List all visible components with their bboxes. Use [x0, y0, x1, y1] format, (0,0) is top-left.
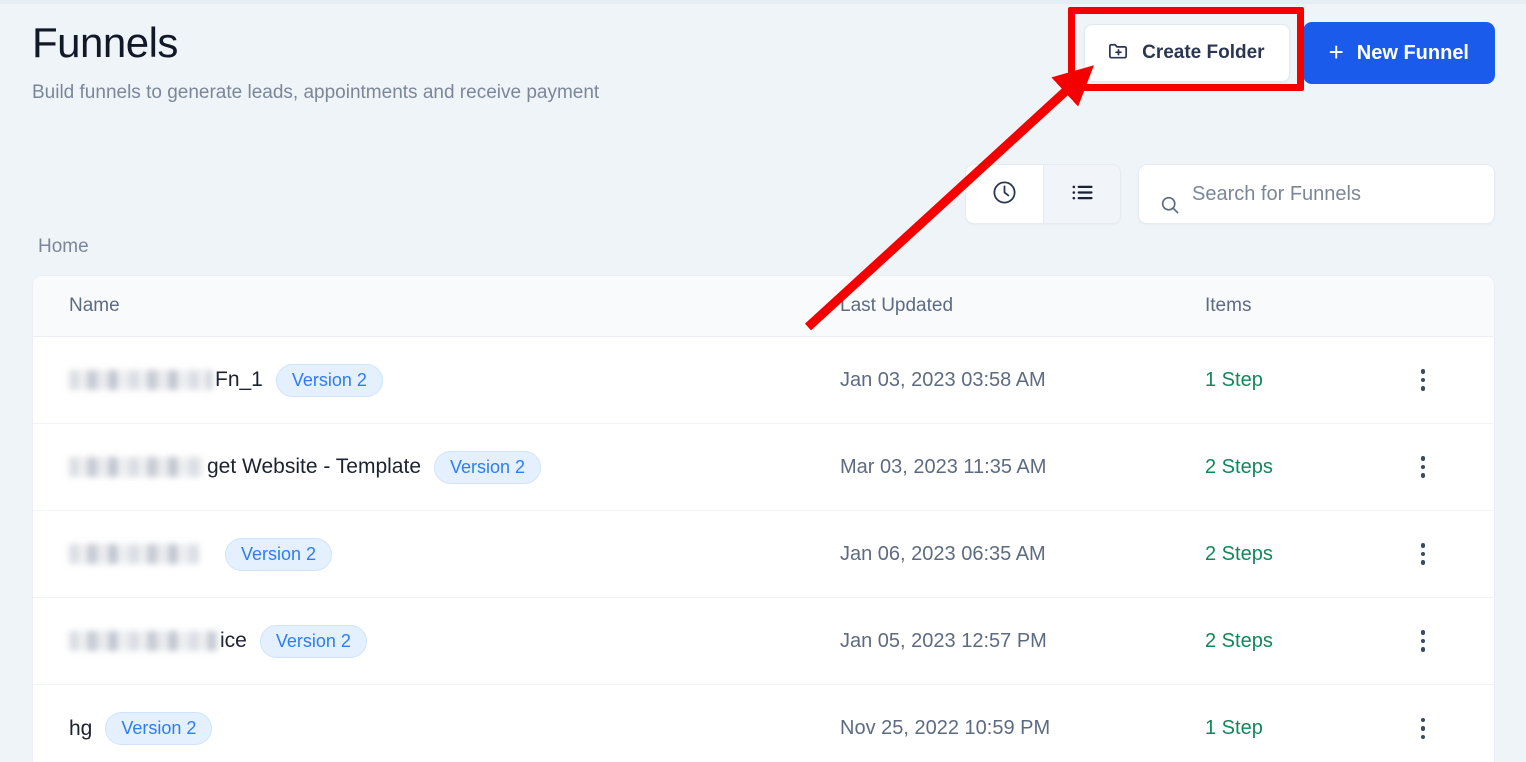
kebab-menu-icon: [1420, 543, 1426, 565]
table-row[interactable]: hg Version 2 Nov 25, 2022 10:59 PM 1 Ste…: [33, 685, 1494, 762]
list-icon: [1069, 179, 1096, 209]
version-badge[interactable]: Version 2: [275, 363, 383, 397]
header-actions: Create Folder + New Funnel: [1084, 22, 1495, 84]
view-toggle-group: [965, 164, 1121, 224]
items-count-value[interactable]: 2 Steps: [1205, 543, 1390, 566]
funnel-name-cell[interactable]: ice Version 2: [33, 624, 840, 658]
last-updated-value: Mar 03, 2023 11:35 AM: [840, 455, 1047, 478]
table-row[interactable]: Version 2 Jan 06, 2023 06:35 AM 2 Steps: [33, 511, 1494, 598]
breadcrumb-item-home[interactable]: Home: [38, 236, 89, 257]
funnel-name-label: Fn_1: [215, 368, 263, 391]
row-actions-button[interactable]: [1390, 543, 1456, 565]
funnel-name-cell[interactable]: hg Version 2: [33, 712, 840, 745]
page-subtitle: Build funnels to generate leads, appoint…: [32, 82, 600, 103]
items-count-value[interactable]: 1 Step: [1205, 717, 1390, 740]
redacted-name-blur: [69, 631, 217, 651]
column-header-name[interactable]: Name: [33, 295, 840, 317]
table-row[interactable]: ice Version 2 Jan 05, 2023 12:57 PM 2 St…: [33, 598, 1494, 685]
version-badge[interactable]: Version 2: [259, 624, 367, 658]
breadcrumb[interactable]: Home: [38, 236, 89, 258]
redacted-name-blur: [69, 370, 212, 390]
last-updated-value: Nov 25, 2022 10:59 PM: [840, 717, 1051, 739]
column-header-last-updated[interactable]: Last Updated: [840, 295, 1205, 317]
kebab-menu-icon: [1420, 717, 1426, 740]
version-badge[interactable]: Version 2: [225, 537, 333, 571]
list-view-button[interactable]: [1043, 165, 1120, 223]
create-folder-button[interactable]: Create Folder: [1084, 24, 1290, 82]
recent-view-button[interactable]: [966, 165, 1043, 223]
new-funnel-button[interactable]: + New Funnel: [1302, 22, 1495, 84]
kebab-menu-icon: [1420, 456, 1426, 478]
funnel-name-cell[interactable]: Fn_1 Version 2: [33, 363, 840, 397]
row-actions-button[interactable]: [1390, 456, 1456, 478]
plus-icon: +: [1328, 37, 1344, 67]
folder-plus-icon: [1107, 39, 1130, 68]
funnels-toolbar: [965, 164, 1495, 224]
clock-icon: [991, 179, 1018, 209]
column-header-items[interactable]: Items: [1205, 295, 1390, 317]
last-updated-value: Jan 06, 2023 06:35 AM: [840, 542, 1046, 565]
funnel-name-label: get Website - Template: [207, 455, 421, 478]
row-actions-button[interactable]: [1390, 630, 1456, 652]
last-updated-value: Jan 03, 2023 03:58 AM: [840, 368, 1046, 391]
row-actions-button[interactable]: [1390, 717, 1456, 740]
table-row[interactable]: Fn_1 Version 2 Jan 03, 2023 03:58 AM 1 S…: [33, 337, 1494, 424]
search-input[interactable]: [1139, 165, 1494, 223]
kebab-menu-icon: [1420, 369, 1426, 391]
version-badge[interactable]: Version 2: [105, 712, 213, 745]
table-header-row: Name Last Updated Items: [33, 276, 1494, 337]
items-count-value[interactable]: 2 Steps: [1205, 456, 1390, 479]
search-box[interactable]: [1138, 164, 1495, 224]
redacted-name-blur: [69, 544, 199, 564]
new-funnel-label: New Funnel: [1356, 41, 1469, 64]
funnel-name-cell[interactable]: get Website - Template Version 2: [33, 450, 840, 484]
last-updated-value: Jan 05, 2023 12:57 PM: [840, 629, 1047, 652]
funnels-page: Funnels Build funnels to generate leads,…: [0, 4, 1526, 762]
row-actions-button[interactable]: [1390, 369, 1456, 391]
version-badge[interactable]: Version 2: [434, 450, 542, 484]
create-folder-label: Create Folder: [1142, 42, 1265, 63]
redacted-name-blur: [69, 457, 204, 477]
page-header: Funnels Build funnels to generate leads,…: [0, 4, 1526, 134]
table-row[interactable]: get Website - Template Version 2 Mar 03,…: [33, 424, 1494, 511]
funnel-name-label: ice: [220, 629, 247, 652]
kebab-menu-icon: [1420, 630, 1426, 652]
items-count-value[interactable]: 1 Step: [1205, 369, 1390, 392]
items-count-value[interactable]: 2 Steps: [1205, 630, 1390, 653]
page-title: Funnels: [32, 19, 178, 66]
funnel-name-cell[interactable]: Version 2: [33, 537, 840, 571]
funnels-table: Name Last Updated Items Fn_1 Version 2 J…: [32, 275, 1495, 762]
funnel-name-label: hg: [69, 716, 93, 740]
